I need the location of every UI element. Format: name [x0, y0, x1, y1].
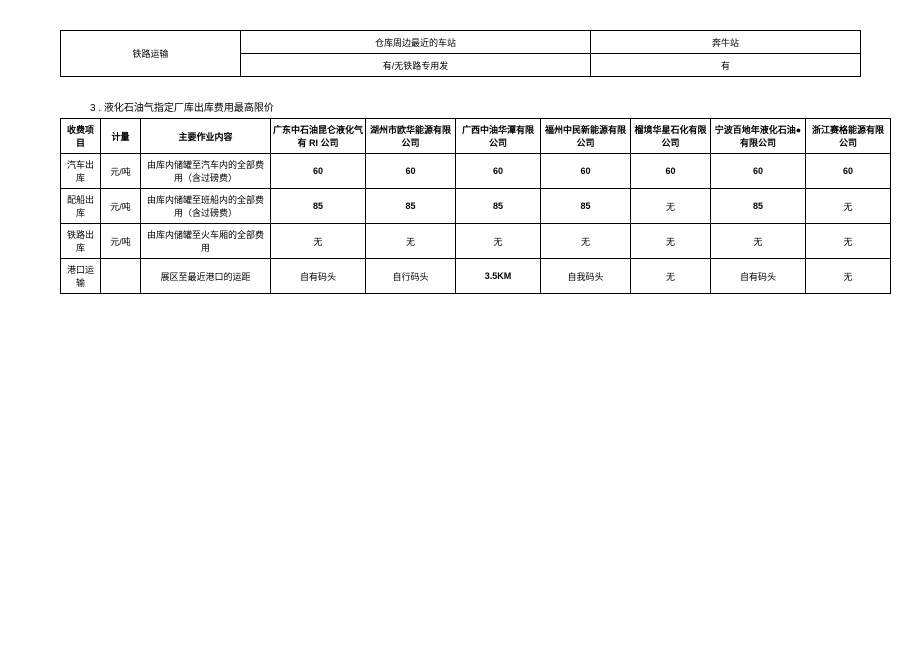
value-cell: 自有码头 — [271, 259, 366, 294]
value-cell: 60 — [711, 154, 806, 189]
value-cell: 60 — [806, 154, 891, 189]
col-company-6: 宁波百地年液化石油●有限公司 — [711, 119, 806, 154]
col-company-5: 榴境华星石化有限公司 — [631, 119, 711, 154]
row-label-cell: 由库内储罐至火车厢的全部费用 — [141, 224, 271, 259]
value-cell: 3.5KM — [456, 259, 541, 294]
value-cell: 60 — [456, 154, 541, 189]
value-cell: 85 — [456, 189, 541, 224]
table-header-row: 收费项目 计量 主要作业内容 广东中石油昆仑液化气有 RI 公司 湖州市欧华能源… — [61, 119, 891, 154]
row-label-cell: 展区至最近港口的运距 — [141, 259, 271, 294]
col-company-2: 湖州市欧华能源有限公司 — [366, 119, 456, 154]
col-company-3: 广西中油华潭有限公司 — [456, 119, 541, 154]
row-label-cell: 港口运输 — [61, 259, 101, 294]
row-label-cell: 汽车出库 — [61, 154, 101, 189]
value-cell: 无 — [806, 259, 891, 294]
value-cell: 60 — [541, 154, 631, 189]
row-label-cell: 由库内储罐至汽车内的全部费用（含过磅费） — [141, 154, 271, 189]
value-cell: 无 — [631, 259, 711, 294]
value-cell: 85 — [271, 189, 366, 224]
value-cell: 无 — [366, 224, 456, 259]
value-cell: 无 — [806, 224, 891, 259]
value-cell: 无 — [711, 224, 806, 259]
fee-limit-table: 收费项目 计量 主要作业内容 广东中石油昆仑液化气有 RI 公司 湖州市欧华能源… — [60, 118, 891, 294]
table-row: 港口运输展区至最近港口的运距自有码头自行码头3.5KM自我码头无自有码头无 — [61, 259, 891, 294]
value-cell: 60 — [271, 154, 366, 189]
dedicated-line-value: 有 — [591, 54, 861, 77]
value-cell: 85 — [541, 189, 631, 224]
row-label-cell: 元/吨 — [101, 154, 141, 189]
row-label-cell: 配船出库 — [61, 189, 101, 224]
value-cell: 自有码头 — [711, 259, 806, 294]
row-label-cell: 元/吨 — [101, 189, 141, 224]
value-cell: 无 — [806, 189, 891, 224]
section-title: 3 . 液化石油气指定厂库出库费用最高限价 — [90, 99, 860, 114]
table-row: 铁路运输 仓库周边最近的车站 奔牛站 — [61, 31, 861, 54]
row-label-cell: 元/吨 — [101, 224, 141, 259]
col-company-4: 福州中民新能源有限公司 — [541, 119, 631, 154]
col-fee-item: 收费项目 — [61, 119, 101, 154]
row-label-cell: 铁路出库 — [61, 224, 101, 259]
table-row: 汽车出库元/吨由库内储罐至汽车内的全部费用（含过磅费）6060606060606… — [61, 154, 891, 189]
value-cell: 60 — [631, 154, 711, 189]
value-cell: 无 — [271, 224, 366, 259]
value-cell: 自我码头 — [541, 259, 631, 294]
nearest-station-value: 奔牛站 — [591, 31, 861, 54]
value-cell: 无 — [541, 224, 631, 259]
value-cell: 85 — [366, 189, 456, 224]
col-company-1: 广东中石油昆仑液化气有 RI 公司 — [271, 119, 366, 154]
rail-transport-table: 铁路运输 仓库周边最近的车站 奔牛站 有/无铁路专用发 有 — [60, 30, 861, 77]
value-cell: 无 — [456, 224, 541, 259]
dedicated-line-label: 有/无铁路专用发 — [241, 54, 591, 77]
nearest-station-label: 仓库周边最近的车站 — [241, 31, 591, 54]
value-cell: 85 — [711, 189, 806, 224]
value-cell: 无 — [631, 189, 711, 224]
col-company-7: 浙江赛格能源有限公司 — [806, 119, 891, 154]
col-work-content: 主要作业内容 — [141, 119, 271, 154]
value-cell: 60 — [366, 154, 456, 189]
col-unit: 计量 — [101, 119, 141, 154]
value-cell: 自行码头 — [366, 259, 456, 294]
table-row: 铁路出库元/吨由库内储罐至火车厢的全部费用无无无无无无无 — [61, 224, 891, 259]
value-cell: 无 — [631, 224, 711, 259]
rail-transport-label: 铁路运输 — [61, 31, 241, 77]
row-label-cell: 由库内储罐至班船内的全部费用（含过磅费） — [141, 189, 271, 224]
table-row: 配船出库元/吨由库内储罐至班船内的全部费用（含过磅费）85858585无85无 — [61, 189, 891, 224]
row-label-cell — [101, 259, 141, 294]
